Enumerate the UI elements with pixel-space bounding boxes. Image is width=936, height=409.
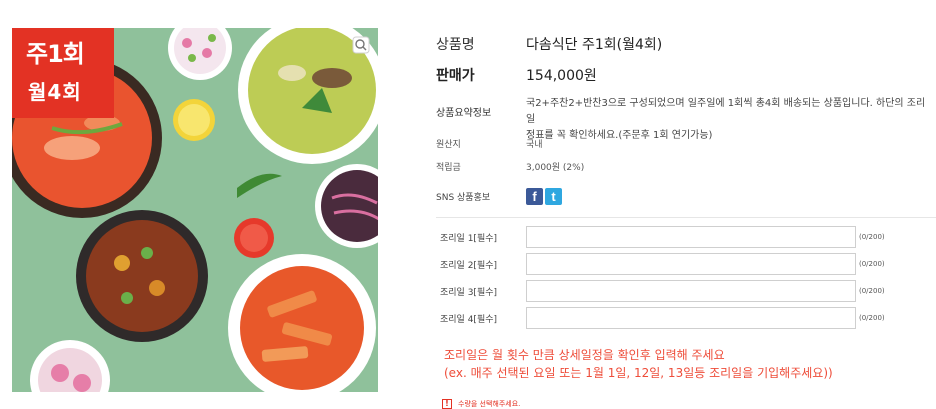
badge-weekly-text: 주1회	[26, 40, 85, 68]
twitter-share-icon[interactable]: t	[545, 188, 562, 205]
warning-text: 수량을 선택해주세요.	[458, 400, 521, 408]
cooking-day-label: 조리일 3[필수]	[440, 287, 498, 298]
section-divider	[436, 217, 936, 218]
cooking-day-label: 조리일 4[필수]	[440, 314, 498, 325]
cooking-day-notice: 조리일은 월 횟수 만큼 상세일정을 확인후 입력해 주세요 (ex. 매주 선…	[444, 346, 833, 382]
badge-monthly-text: 월4회	[28, 80, 82, 104]
char-counter: (0/200)	[859, 233, 885, 241]
origin-row: 원산지 국내	[436, 137, 543, 150]
sns-row: SNS 상품홍보 f t	[436, 188, 564, 205]
price-row: 판매가 154,000원	[436, 65, 597, 85]
cooking-day-input[interactable]	[526, 307, 856, 329]
product-name-row: 상품명 다솜식단 주1회(월4회)	[436, 34, 662, 54]
origin-label: 원산지	[436, 140, 461, 150]
points-row: 적립금 3,000원 (2%)	[436, 160, 584, 173]
exclamation-icon: !	[442, 399, 452, 409]
cooking-day-input[interactable]	[526, 280, 856, 302]
summary-value: 국2+주찬2+반찬3으로 구성되었으며 일주일에 1회씩 총4회 배송되는 상품…	[526, 96, 930, 144]
magnify-icon[interactable]	[352, 36, 370, 54]
cooking-day-row-4: 조리일 4[필수] (0/200)	[436, 307, 885, 329]
sns-label: SNS 상품홍보	[436, 193, 491, 203]
cooking-day-row-3: 조리일 3[필수] (0/200)	[436, 280, 885, 302]
facebook-share-icon[interactable]: f	[526, 188, 543, 205]
cooking-day-input[interactable]	[526, 226, 856, 248]
points-value: 3,000원 (2%)	[526, 163, 585, 173]
points-label: 적립금	[436, 163, 461, 173]
summary-line-1: 국2+주찬2+반찬3으로 구성되었으며 일주일에 1회씩 총4회 배송되는 상품…	[526, 98, 926, 125]
char-counter: (0/200)	[859, 287, 885, 295]
notice-line-2: (ex. 매주 선택된 요일 또는 1월 1일, 12일, 13일등 조리일을 …	[444, 366, 833, 380]
cooking-day-input[interactable]	[526, 253, 856, 275]
char-counter: (0/200)	[859, 260, 885, 268]
product-name-value: 다솜식단 주1회(월4회)	[526, 37, 663, 53]
notice-line-1: 조리일은 월 횟수 만큼 상세일정을 확인후 입력해 주세요	[444, 348, 725, 362]
price-label: 판매가	[436, 68, 475, 84]
product-image: 주1회 월4회	[12, 28, 378, 392]
frequency-badge: 주1회 월4회	[12, 28, 114, 118]
summary-label: 상품요약정보	[436, 108, 492, 119]
price-value: 154,000원	[526, 68, 597, 84]
product-name-label: 상품명	[436, 37, 475, 53]
quantity-warning: ! 수량을 선택해주세요.	[442, 399, 520, 409]
origin-value: 국내	[526, 140, 543, 150]
char-counter: (0/200)	[859, 314, 885, 322]
cooking-day-row-1: 조리일 1[필수] (0/200)	[436, 226, 885, 248]
cooking-day-label: 조리일 2[필수]	[440, 260, 498, 271]
cooking-day-row-2: 조리일 2[필수] (0/200)	[436, 253, 885, 275]
summary-line-2: 정표를 꼭 확인하세요.(주문후 1회 연기가능)	[526, 130, 713, 141]
cooking-day-label: 조리일 1[필수]	[440, 233, 498, 244]
